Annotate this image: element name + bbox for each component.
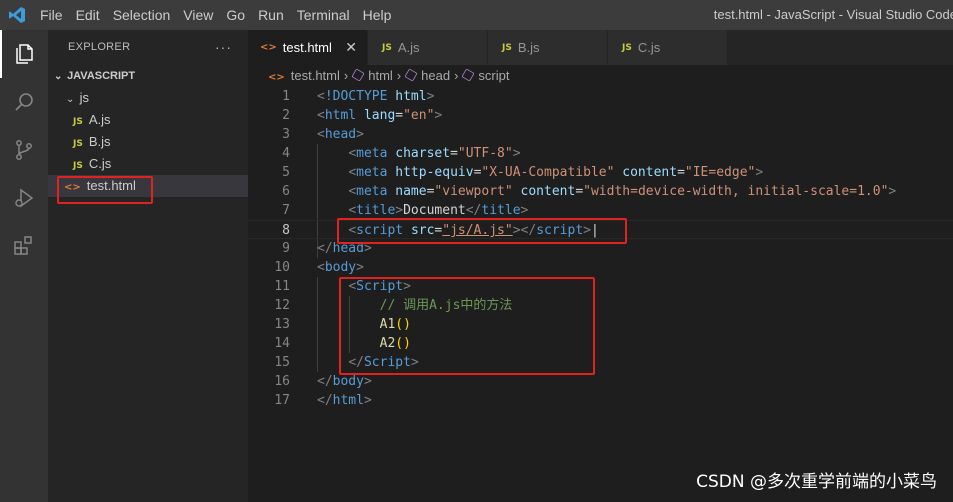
code-line: 5 <meta http-equiv="X-UA-Compatible" con…: [282, 165, 764, 180]
tab-label: C.js: [637, 40, 661, 55]
search-icon[interactable]: [0, 78, 48, 126]
element-icon: [461, 68, 475, 82]
file-item-c-js[interactable]: JS C.js: [48, 153, 248, 175]
code-line: 6 <meta name="viewport" content="width=d…: [282, 184, 897, 199]
highlight-box-script-src: [337, 218, 627, 244]
tab-c-js[interactable]: JS C.js: [608, 30, 728, 65]
breadcrumb-item-head[interactable]: head: [421, 68, 450, 83]
js-file-icon: JS: [622, 42, 632, 53]
menu-selection[interactable]: Selection: [113, 7, 171, 23]
more-actions-icon[interactable]: ···: [215, 30, 232, 65]
watermark: CSDN @多次重学前端的小菜鸟: [696, 472, 937, 492]
element-icon: [404, 68, 418, 82]
breadcrumb-item-script[interactable]: script: [478, 68, 509, 83]
explorer-sidebar: EXPLORER ··· ⌄ JAVASCRIPT ⌄ js JS A.js JS…: [48, 30, 248, 502]
chevron-right-icon: ›: [396, 68, 402, 83]
chevron-right-icon: ›: [454, 68, 459, 83]
menu-run[interactable]: Run: [258, 7, 284, 23]
element-icon: [351, 68, 365, 82]
html-file-icon: <>: [268, 72, 285, 83]
js-file-icon: JS: [382, 42, 392, 53]
file-name: C.js: [88, 156, 112, 171]
tab-b-js[interactable]: JS B.js: [488, 30, 608, 65]
extensions-icon[interactable]: [0, 222, 48, 270]
menu-help[interactable]: Help: [363, 7, 392, 23]
tab-test-html[interactable]: <> test.html ✕: [248, 30, 368, 65]
code-line: 3 <head>: [282, 127, 364, 142]
tab-label: B.js: [517, 40, 540, 55]
vscode-logo-icon: [9, 7, 25, 23]
chevron-down-icon: ⌄: [54, 71, 63, 82]
workspace-name: JAVASCRIPT: [67, 70, 136, 82]
file-item-b-js[interactable]: JS B.js: [48, 131, 248, 153]
breadcrumb-item-html[interactable]: html: [368, 68, 393, 83]
menu-edit[interactable]: Edit: [76, 7, 100, 23]
breadcrumb-item-file[interactable]: test.html: [291, 68, 340, 83]
html-file-icon: <>: [260, 42, 277, 53]
chevron-right-icon: ›: [343, 68, 349, 83]
highlight-box-file: [57, 176, 153, 204]
chevron-down-icon: ⌄: [66, 94, 75, 105]
code-line: 10 <body>: [274, 260, 364, 275]
tab-a-js[interactable]: JS A.js: [368, 30, 488, 65]
folder-name: js: [79, 90, 90, 105]
file-name: B.js: [88, 134, 111, 149]
source-control-icon[interactable]: [0, 126, 48, 174]
menu-go[interactable]: Go: [226, 7, 245, 23]
menu-terminal[interactable]: Terminal: [297, 7, 350, 23]
menu-file[interactable]: File: [40, 7, 63, 23]
tab-label: A.js: [397, 40, 420, 55]
run-debug-icon[interactable]: [0, 174, 48, 222]
workspace-section[interactable]: ⌄ JAVASCRIPT: [48, 65, 248, 87]
editor-tabs: <> test.html ✕ JS A.js JS B.js JS C.js: [248, 30, 953, 65]
menu-view[interactable]: View: [183, 7, 213, 23]
code-line: 4 <meta charset="UTF-8">: [282, 146, 521, 161]
folder-js[interactable]: ⌄ js: [48, 87, 248, 109]
activity-bar: [0, 30, 48, 502]
explorer-icon[interactable]: [0, 30, 48, 78]
title-bar: File Edit Selection View Go Run Terminal…: [0, 0, 953, 30]
explorer-title: EXPLORER: [68, 41, 131, 53]
breadcrumb: <> test.html › html › head › script: [248, 65, 953, 87]
close-icon[interactable]: ✕: [345, 39, 357, 56]
menu-bar: File Edit Selection View Go Run Terminal…: [40, 0, 404, 30]
highlight-box-script-block: [339, 277, 595, 375]
file-item-a-js[interactable]: JS A.js: [48, 109, 248, 131]
js-file-icon: JS: [73, 161, 83, 171]
code-line: 2 <html lang="en">: [282, 108, 443, 123]
js-file-icon: JS: [73, 139, 83, 149]
js-file-icon: JS: [73, 117, 83, 127]
code-line: 17 </html>: [274, 393, 372, 408]
code-line: 1 <!DOCTYPE html>: [282, 89, 435, 104]
window-title: test.html - JavaScript - Visual Studio C…: [713, 7, 953, 22]
js-file-icon: JS: [502, 42, 512, 53]
explorer-header: EXPLORER ···: [48, 30, 248, 65]
file-name: A.js: [88, 112, 111, 127]
tab-label: test.html: [282, 40, 332, 55]
